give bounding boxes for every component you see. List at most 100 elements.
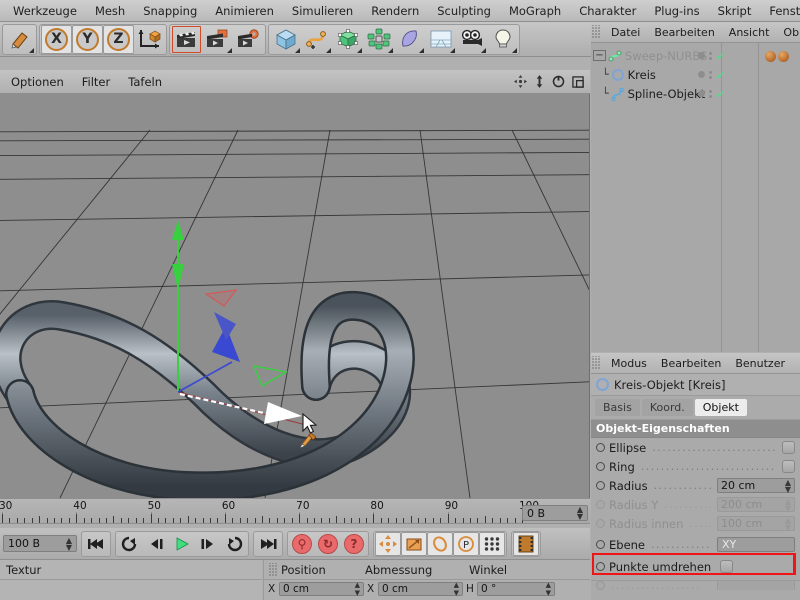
timeline-ruler[interactable]: 30405060708090100 <box>0 498 590 528</box>
render-view-button[interactable] <box>171 25 202 54</box>
camera-button[interactable] <box>456 25 487 54</box>
coord-size-x-input[interactable]: 0 cm ▲ ▼ <box>378 581 463 597</box>
loop-button[interactable] <box>221 532 247 556</box>
menu-item-skript[interactable]: Skript <box>709 4 761 18</box>
timeline-button[interactable] <box>513 531 539 556</box>
coord-angle-h-input[interactable]: 0 ° ▲ ▼ <box>477 581 555 597</box>
autokey-button[interactable]: ↻ <box>315 532 341 556</box>
menu-item-werkzeuge[interactable]: Werkzeuge <box>4 4 86 18</box>
ruler[interactable]: 30405060708090100 <box>0 498 590 524</box>
spinner-icon[interactable]: ▲ ▼ <box>454 581 459 597</box>
animate-radio-icon[interactable] <box>596 540 605 549</box>
spinner-icon[interactable]: ▲ ▼ <box>66 536 72 551</box>
object-row-kreis[interactable]: └ Kreis ✓ <box>593 65 800 84</box>
punkte-umdrehen-checkbox[interactable] <box>720 560 734 573</box>
step-back-button[interactable] <box>143 532 169 556</box>
tab-basis[interactable]: Basis <box>595 399 640 416</box>
object-row-spline-objekt[interactable]: └ Spline-Objekt ✓ <box>593 84 800 103</box>
tab-koord[interactable]: Koord. <box>641 399 693 416</box>
position-key-button[interactable] <box>375 531 401 556</box>
object-tags[interactable] <box>765 47 789 65</box>
coord-position-x-input[interactable]: 0 cm ▲ ▼ <box>279 581 364 597</box>
axis-lock-x-button[interactable]: X <box>41 24 72 54</box>
expander-icon[interactable]: − <box>593 50 606 61</box>
array-button[interactable] <box>363 25 394 54</box>
spinner-icon[interactable]: ▲ ▼ <box>577 506 583 521</box>
tab-objekt[interactable]: Objekt <box>694 399 747 416</box>
nurbs-button[interactable] <box>332 25 363 54</box>
radius-input[interactable]: 20 cm ▲ ▼ <box>717 478 795 493</box>
visibility-dot-icon[interactable] <box>698 90 705 97</box>
visibility-toggle-icon[interactable] <box>709 51 712 60</box>
animate-radio-icon[interactable] <box>596 562 605 571</box>
3d-viewport[interactable] <box>0 94 590 498</box>
dolly-icon[interactable] <box>534 75 545 88</box>
animate-radio-icon[interactable] <box>596 443 605 452</box>
menu-item-simulieren[interactable]: Simulieren <box>283 4 362 18</box>
animate-radio-icon[interactable] <box>596 481 605 490</box>
menu-item-fenster[interactable]: Fenster <box>760 4 800 18</box>
light-button[interactable] <box>487 25 518 54</box>
visibility-dot-icon[interactable] <box>698 71 705 78</box>
spinner-icon[interactable]: ▲ ▼ <box>355 581 360 597</box>
axis-lock-z-button[interactable]: Z <box>103 24 134 54</box>
floor-button[interactable] <box>425 25 456 54</box>
attr-menu-benutzer[interactable]: Benutzer <box>728 357 792 370</box>
param-key-button[interactable]: P <box>453 531 479 556</box>
object-row-sweep-nurbs[interactable]: − Sweep-NURBS ✓ <box>593 46 800 65</box>
menu-item-snapping[interactable]: Snapping <box>134 4 206 18</box>
attr-menu-bearbeiten[interactable]: Bearbeiten <box>654 357 728 370</box>
timeline-start-field[interactable]: 100 B ▲ ▼ <box>3 535 77 552</box>
animate-radio-icon[interactable] <box>596 462 605 471</box>
maximize-icon[interactable] <box>572 75 584 88</box>
render-settings-button[interactable] <box>233 25 264 54</box>
enabled-check-icon[interactable]: ✓ <box>716 50 726 62</box>
previous-key-button[interactable] <box>117 532 143 556</box>
ellipse-checkbox[interactable] <box>782 441 795 454</box>
material-tag-icon[interactable] <box>777 51 789 62</box>
material-tag-icon[interactable] <box>765 51 776 62</box>
step-forward-button[interactable] <box>195 532 221 556</box>
ebene-dropdown[interactable]: XY <box>717 537 795 552</box>
undo-button[interactable] <box>4 25 35 54</box>
viewport-menu-tafeln[interactable]: Tafeln <box>119 75 171 89</box>
bend-deformer-button[interactable] <box>394 25 425 54</box>
panel-grip-icon[interactable] <box>268 562 278 577</box>
record-key-button[interactable]: ⚲ <box>289 532 315 556</box>
object-menu-datei[interactable]: Datei <box>604 26 647 39</box>
render-region-button[interactable] <box>202 25 233 54</box>
viewport-menu-optionen[interactable]: Optionen <box>2 75 73 89</box>
spline-button[interactable] <box>301 25 332 54</box>
axis-lock-y-button[interactable]: Y <box>72 24 103 54</box>
pan-icon[interactable] <box>514 75 527 88</box>
point-level-key-button[interactable] <box>479 531 505 556</box>
play-button[interactable] <box>169 532 195 556</box>
object-menu-ansicht[interactable]: Ansicht <box>722 26 777 39</box>
menu-item-charakter[interactable]: Charakter <box>570 4 645 18</box>
keyframe-help-button[interactable]: ? <box>341 532 367 556</box>
scale-key-button[interactable] <box>401 531 427 556</box>
panel-grip-icon[interactable] <box>591 356 601 370</box>
go-to-end-button[interactable] <box>255 532 281 556</box>
go-to-start-button[interactable] <box>83 532 109 556</box>
visibility-toggle-icon[interactable] <box>709 70 712 79</box>
spinner-icon[interactable]: ▲ ▼ <box>785 478 791 493</box>
menu-item-plug-ins[interactable]: Plug-ins <box>645 4 708 18</box>
menu-item-mesh[interactable]: Mesh <box>86 4 134 18</box>
menu-item-animieren[interactable]: Animieren <box>206 4 283 18</box>
enabled-check-icon[interactable]: ✓ <box>716 88 726 100</box>
panel-grip-icon[interactable] <box>591 25 601 39</box>
rotate-icon[interactable] <box>552 75 565 88</box>
ring-checkbox[interactable] <box>782 460 795 473</box>
spinner-icon[interactable]: ▲ ▼ <box>546 581 551 597</box>
visibility-dot-icon[interactable] <box>698 52 705 59</box>
object-menu-bearbeiten[interactable]: Bearbeiten <box>647 26 721 39</box>
timeline-end-field[interactable]: 0 B ▲ ▼ <box>522 505 588 521</box>
cube-primitive-button[interactable] <box>270 25 301 54</box>
rotation-key-button[interactable] <box>427 531 453 556</box>
attr-menu-modus[interactable]: Modus <box>604 357 654 370</box>
menu-item-sculpting[interactable]: Sculpting <box>428 4 500 18</box>
menu-item-rendern[interactable]: Rendern <box>362 4 428 18</box>
world-object-axis-button[interactable] <box>134 25 165 54</box>
viewport-menu-filter[interactable]: Filter <box>73 75 119 89</box>
